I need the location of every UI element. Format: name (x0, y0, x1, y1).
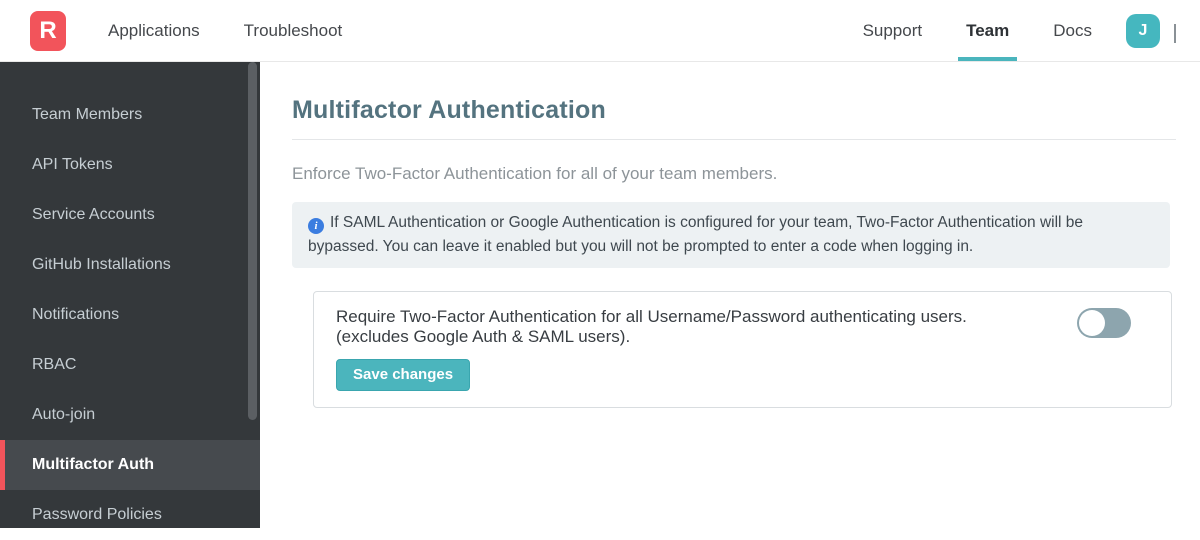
sidebar-item-label: GitHub Installations (32, 256, 171, 273)
main-content: Multifactor Authentication Enforce Two-F… (260, 62, 1200, 528)
info-note-text: If SAML Authentication or Google Authent… (308, 214, 1084, 255)
section-description: Enforce Two-Factor Authentication for al… (292, 164, 778, 183)
mfa-setting-card: Require Two-Factor Authentication for al… (313, 291, 1172, 408)
mfa-setting-label: Require Two-Factor Authentication for al… (336, 307, 1056, 347)
chevron-down-icon (1174, 23, 1176, 43)
page: R Applications Troubleshoot Support Team… (0, 0, 1200, 528)
nav-link-team[interactable]: Team (944, 0, 1031, 61)
info-circle-icon: i (308, 218, 324, 234)
save-changes-button[interactable]: Save changes (336, 359, 471, 391)
rollbar-logo[interactable]: R (30, 10, 66, 51)
page-title: Multifactor Authentication (292, 96, 606, 124)
sidebar-item-label: API Tokens (32, 156, 113, 173)
sidebar-item-label: Team Members (32, 106, 143, 123)
user-avatar[interactable]: J (1126, 13, 1160, 48)
sidebar-item-api-tokens[interactable]: API Tokens (0, 140, 260, 190)
title-divider (292, 139, 1176, 140)
primary-nav: Applications Troubleshoot (108, 21, 342, 41)
top-navbar: R Applications Troubleshoot Support Team… (0, 0, 1200, 62)
sidebar-item-notifications[interactable]: Notifications (0, 290, 260, 340)
sidebar-item-label: Multifactor Auth (32, 456, 155, 473)
nav-link-docs[interactable]: Docs (1031, 0, 1114, 61)
require-2fa-toggle[interactable] (1077, 308, 1131, 338)
sidebar-item-label: Auto-join (32, 406, 96, 423)
sidebar-item-label: Notifications (32, 306, 120, 323)
sidebar-item-password-policies[interactable]: Password Policies (0, 490, 260, 540)
sidebar-item-auto-join[interactable]: Auto-join (0, 390, 260, 440)
sidebar-item-team-members[interactable]: Team Members (0, 90, 260, 140)
logo-letter: R (39, 16, 57, 44)
sidebar-item-service-accounts[interactable]: Service Accounts (0, 190, 260, 240)
sidebar-item-github-installations[interactable]: GitHub Installations (0, 240, 260, 290)
nav-link-applications[interactable]: Applications (108, 21, 200, 41)
secondary-nav: Support Team Docs J (841, 0, 1200, 61)
user-menu-toggle[interactable] (1174, 23, 1176, 43)
mfa-setting-label-line1: Require Two-Factor Authentication for al… (336, 307, 967, 326)
nav-link-troubleshoot[interactable]: Troubleshoot (244, 21, 343, 41)
nav-link-support[interactable]: Support (841, 0, 945, 61)
settings-sidebar: Team Members API Tokens Service Accounts… (0, 62, 260, 528)
toggle-knob (1079, 310, 1105, 336)
sidebar-item-rbac[interactable]: RBAC (0, 340, 260, 390)
info-note: i If SAML Authentication or Google Authen… (292, 202, 1170, 268)
sidebar-item-label: Service Accounts (32, 206, 155, 223)
sidebar-scrollbar-thumb[interactable] (248, 62, 257, 420)
sidebar-item-multifactor-auth[interactable]: Multifactor Auth (0, 440, 260, 490)
avatar-initial: J (1138, 21, 1148, 39)
sidebar-item-label: RBAC (32, 356, 77, 373)
mfa-setting-label-line2: (excludes Google Auth & SAML users). (336, 327, 631, 346)
sidebar-item-label: Password Policies (32, 506, 162, 523)
